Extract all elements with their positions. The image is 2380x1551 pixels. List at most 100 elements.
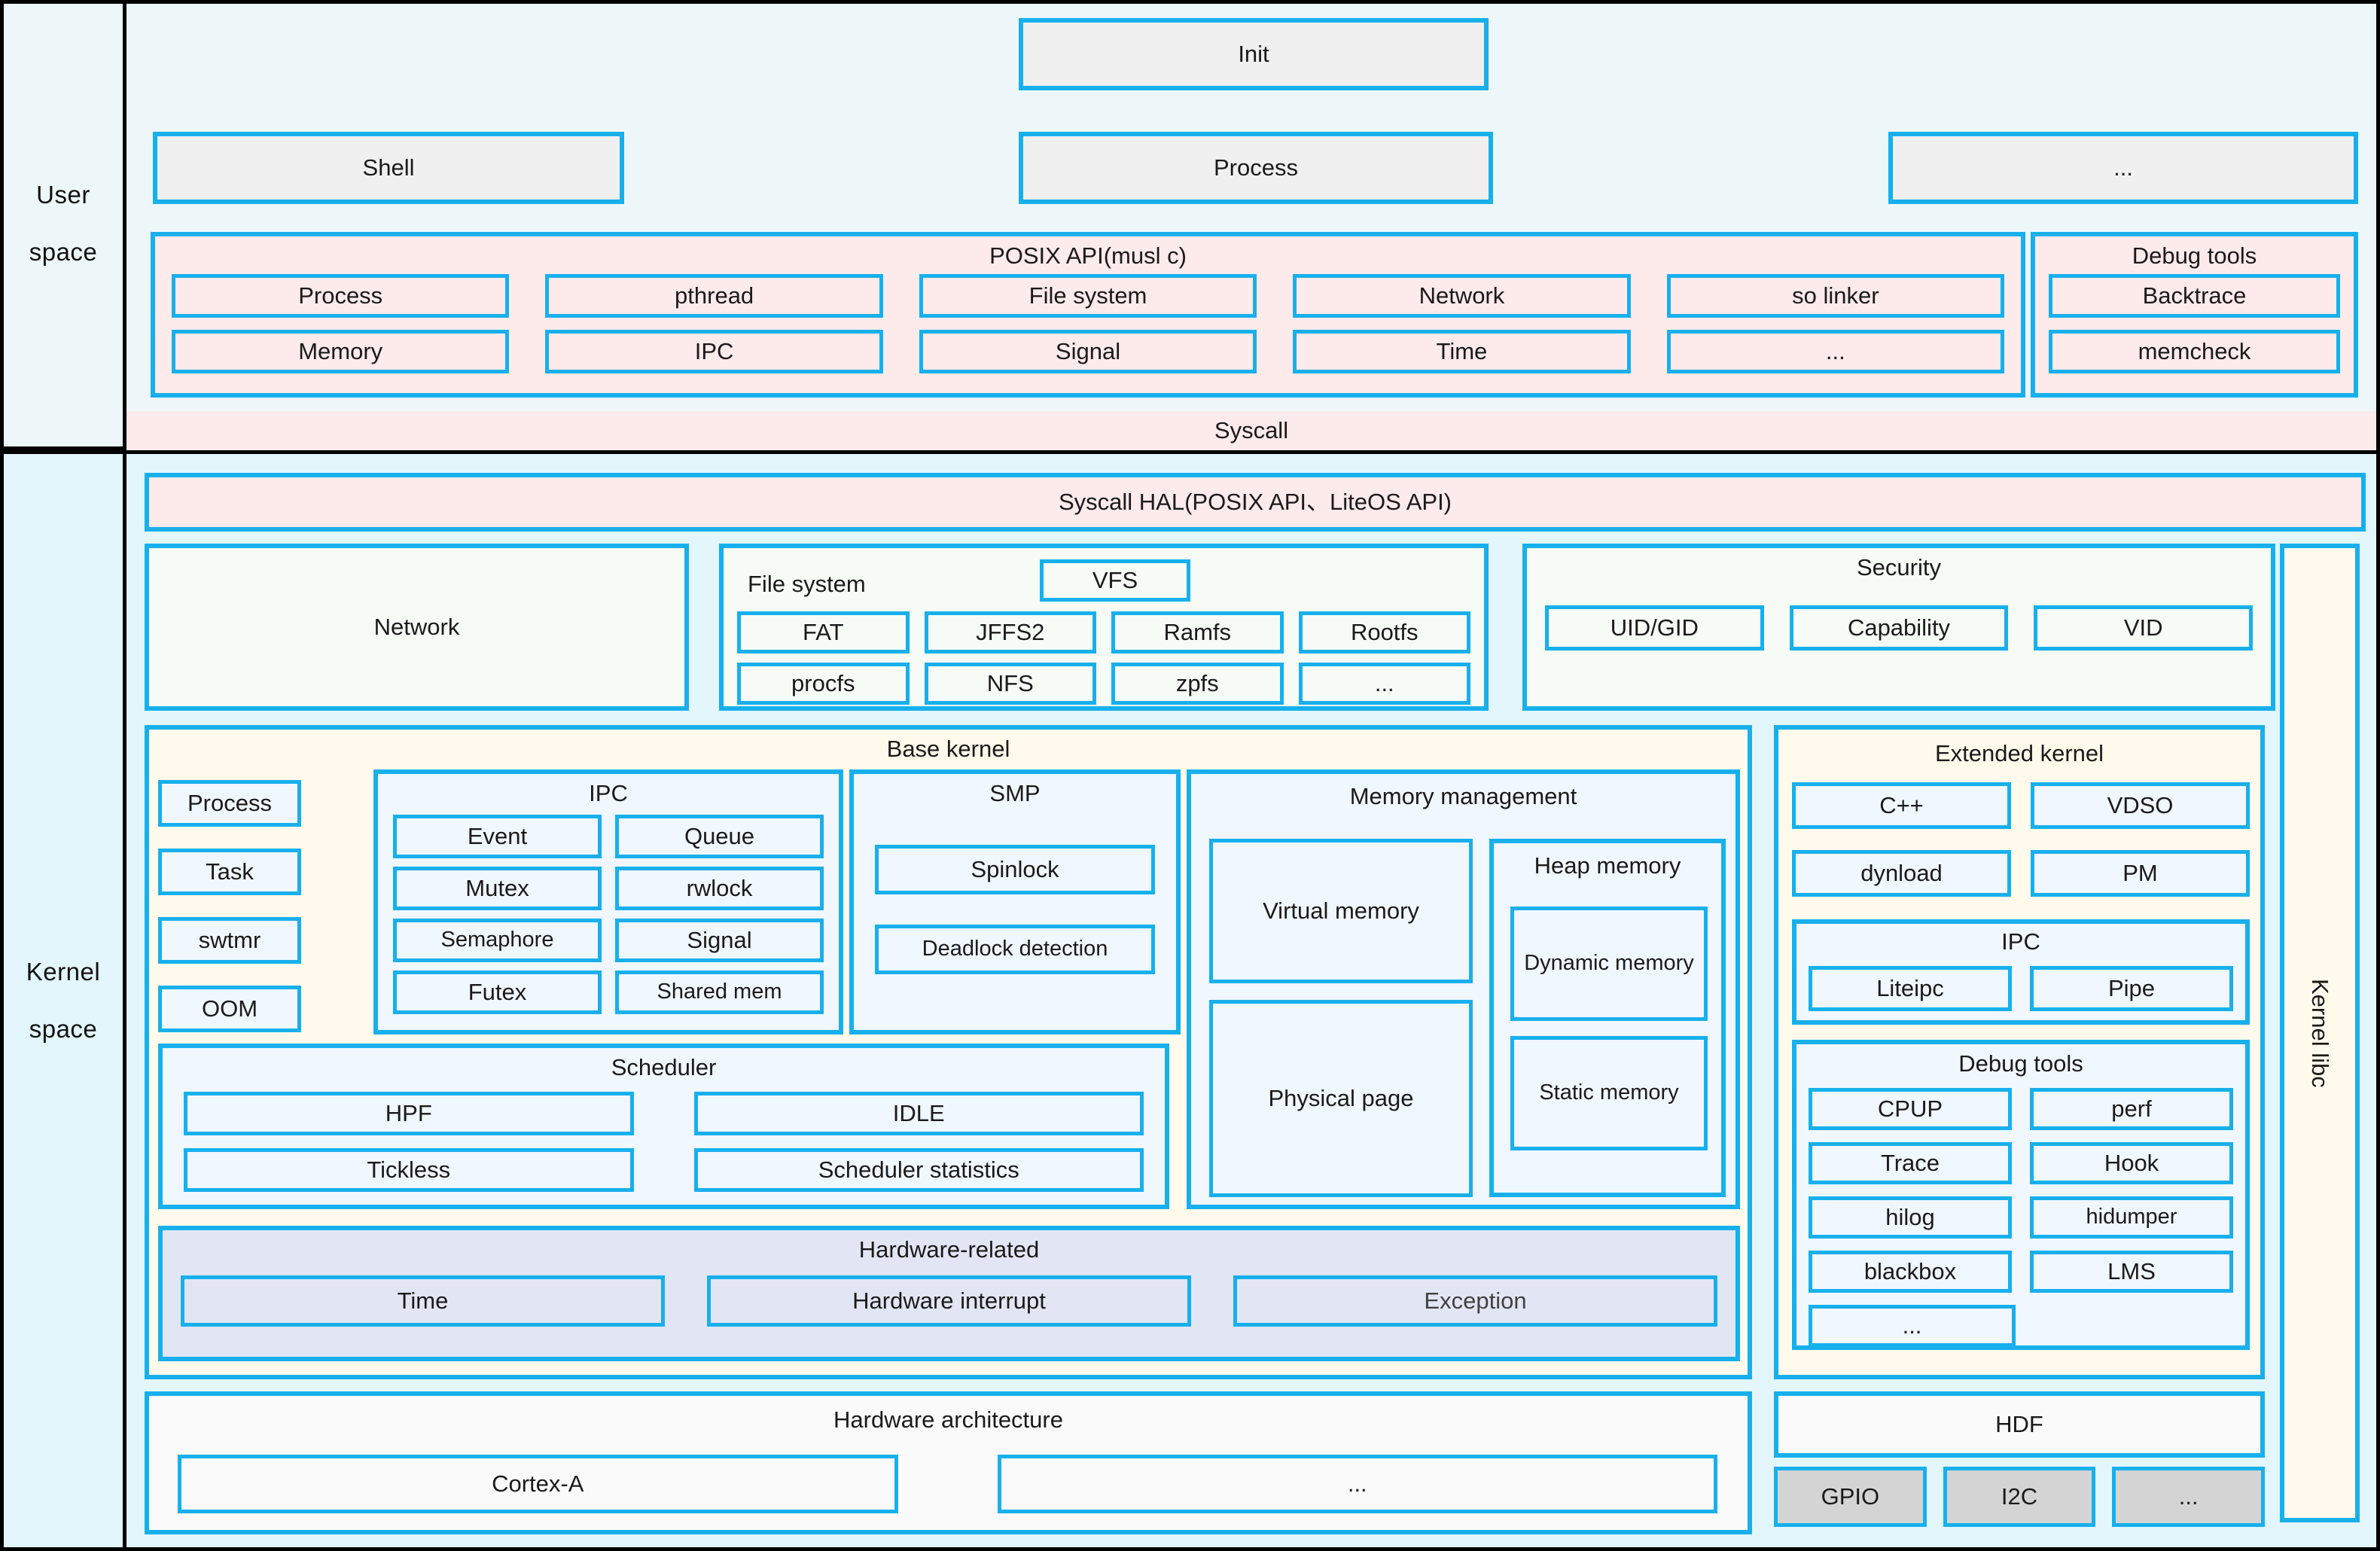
kernel-fs-vfs[interactable]: VFS — [1040, 559, 1190, 602]
kernel-fs-nfs[interactable]: NFS — [924, 663, 1096, 705]
posix-item-time[interactable]: Time — [1293, 330, 1631, 373]
user-debug-item-backtrace[interactable]: Backtrace — [2049, 274, 2340, 318]
base-kernel-ipc-semaphore[interactable]: Semaphore — [393, 919, 602, 962]
base-kernel-ipc-queue[interactable]: Queue — [615, 815, 824, 858]
base-kernel-ipc-futex[interactable]: Futex — [393, 971, 602, 1014]
hardware-architecture-group: Hardware architecture Cortex-A ... — [145, 1391, 1752, 1534]
posix-item-process[interactable]: Process — [172, 274, 510, 318]
base-kernel-smp-deadlock-detection[interactable]: Deadlock detection — [875, 925, 1155, 974]
base-kernel-scheduler-statistics-label: Scheduler statistics — [818, 1156, 1019, 1184]
kernel-band-divider — [123, 450, 126, 1551]
posix-item-file-system-label: File system — [1028, 282, 1147, 309]
extended-debug-hilog[interactable]: hilog — [1809, 1196, 2012, 1239]
base-kernel-scheduler-tickless[interactable]: Tickless — [184, 1148, 634, 1192]
hardware-arch-more[interactable]: ... — [997, 1455, 1717, 1513]
posix-item-signal[interactable]: Signal — [919, 330, 1257, 373]
base-kernel-ipc-signal[interactable]: Signal — [615, 919, 824, 962]
kernel-fs-jffs2-label: JFFS2 — [976, 619, 1045, 646]
base-kernel-left-column: Process Task swtmr OOM — [158, 780, 301, 1032]
extended-kernel-pm-label: PM — [2122, 860, 2158, 887]
extended-debug-blackbox[interactable]: blackbox — [1809, 1251, 2012, 1293]
user-app-shell[interactable]: Shell — [153, 132, 624, 204]
hdf-driver-more[interactable]: ... — [2112, 1467, 2266, 1527]
base-kernel-static-memory[interactable]: Static memory — [1510, 1036, 1708, 1150]
base-kernel-scheduler-idle[interactable]: IDLE — [693, 1092, 1144, 1135]
base-kernel-ipc-event[interactable]: Event — [393, 815, 602, 858]
base-kernel-process-label: Process — [187, 790, 272, 817]
extended-debug-trace-label: Trace — [1880, 1150, 1940, 1177]
extended-kernel-debug-tools-group: Debug tools CPUP perf Trace Hook hilog h… — [1792, 1040, 2250, 1350]
base-kernel-ipc-signal-label: Signal — [687, 927, 752, 954]
kernel-fs-rootfs[interactable]: Rootfs — [1298, 611, 1470, 654]
extended-kernel-dynload[interactable]: dynload — [1792, 850, 2011, 897]
kernel-fs-row-2: procfs NFS zpfs ... — [737, 663, 1470, 705]
extended-kernel-row-2: dynload PM — [1792, 850, 2250, 897]
base-kernel-dynamic-memory[interactable]: Dynamic memory — [1510, 907, 1708, 1021]
posix-item-pthread[interactable]: pthread — [545, 274, 883, 318]
kernel-fs-jffs2[interactable]: JFFS2 — [924, 611, 1096, 654]
kernel-security-vid[interactable]: VID — [2034, 605, 2254, 651]
extended-debug-more[interactable]: ... — [1809, 1305, 2016, 1347]
base-kernel-process[interactable]: Process — [158, 780, 301, 827]
extended-debug-lms[interactable]: LMS — [2030, 1251, 2233, 1293]
hdf-box[interactable]: HDF — [1774, 1391, 2265, 1458]
extended-debug-hidumper-label: hidumper — [2086, 1205, 2177, 1230]
base-kernel-scheduler-statistics[interactable]: Scheduler statistics — [693, 1148, 1144, 1192]
base-kernel-oom[interactable]: OOM — [158, 986, 301, 1032]
base-kernel-hw-interrupt[interactable]: Hardware interrupt — [707, 1275, 1191, 1327]
user-debug-item-memcheck[interactable]: memcheck — [2049, 330, 2340, 373]
extended-debug-perf[interactable]: perf — [2030, 1088, 2233, 1130]
posix-item-pthread-label: pthread — [675, 282, 754, 309]
base-kernel-ipc-shared-mem[interactable]: Shared mem — [615, 971, 824, 1014]
posix-item-more-label: ... — [1825, 338, 1845, 365]
posix-item-ipc[interactable]: IPC — [545, 330, 883, 373]
base-kernel-task[interactable]: Task — [158, 849, 301, 895]
extended-kernel-cpp[interactable]: C++ — [1792, 782, 2011, 829]
extended-kernel-ipc-pipe[interactable]: Pipe — [2030, 966, 2233, 1011]
extended-kernel-ipc-liteipc[interactable]: Liteipc — [1809, 966, 2012, 1011]
kernel-fs-ramfs[interactable]: Ramfs — [1111, 611, 1284, 654]
user-app-init[interactable]: Init — [1019, 18, 1489, 90]
extended-debug-cpup[interactable]: CPUP — [1809, 1088, 2012, 1130]
kernel-security-capability[interactable]: Capability — [1789, 605, 2009, 651]
base-kernel-memory-management-title: Memory management — [1349, 783, 1577, 809]
kernel-security-uid-gid[interactable]: UID/GID — [1545, 605, 1764, 651]
hardware-arch-cortex-a[interactable]: Cortex-A — [178, 1455, 898, 1513]
kernel-fs-fat[interactable]: FAT — [737, 611, 910, 654]
posix-item-memory[interactable]: Memory — [172, 330, 510, 373]
kernel-network-box[interactable]: Network — [145, 544, 689, 711]
hdf-driver-i2c[interactable]: I2C — [1943, 1467, 2096, 1527]
base-kernel-scheduler-tickless-label: Tickless — [367, 1156, 451, 1184]
posix-item-so-linker[interactable]: so linker — [1666, 274, 2005, 318]
user-debug-tools-row-2: memcheck — [2035, 318, 2354, 373]
base-kernel-hw-exception[interactable]: Exception — [1233, 1275, 1717, 1327]
extended-debug-trace[interactable]: Trace — [1809, 1142, 2012, 1184]
user-app-process[interactable]: Process — [1019, 132, 1493, 204]
user-app-shell-label: Shell — [362, 154, 415, 181]
base-kernel-dynamic-memory-label: Dynamic memory — [1524, 951, 1694, 976]
extended-debug-spacer — [2034, 1305, 2233, 1347]
kernel-fs-zpfs[interactable]: zpfs — [1111, 663, 1284, 705]
base-kernel-virtual-memory[interactable]: Virtual memory — [1209, 839, 1473, 983]
posix-item-more[interactable]: ... — [1666, 330, 2005, 373]
kernel-fs-procfs[interactable]: procfs — [737, 663, 910, 705]
posix-item-file-system[interactable]: File system — [919, 274, 1257, 318]
base-kernel-scheduler-hpf[interactable]: HPF — [184, 1092, 634, 1135]
kernel-security-group: Security UID/GID Capability VID — [1522, 544, 2275, 711]
kernel-fs-more[interactable]: ... — [1298, 663, 1470, 705]
base-kernel-memory-management-group: Memory management Virtual memory Physica… — [1187, 769, 1740, 1209]
posix-item-network[interactable]: Network — [1293, 274, 1631, 318]
base-kernel-ipc-mutex[interactable]: Mutex — [393, 867, 602, 910]
hdf-driver-row: GPIO I2C ... — [1774, 1467, 2266, 1527]
extended-kernel-pm[interactable]: PM — [2031, 850, 2250, 897]
hdf-driver-gpio[interactable]: GPIO — [1774, 1467, 1927, 1527]
base-kernel-swtmr[interactable]: swtmr — [158, 917, 301, 964]
base-kernel-ipc-rwlock[interactable]: rwlock — [615, 867, 824, 910]
user-app-more[interactable]: ... — [1888, 132, 2358, 204]
base-kernel-hw-time[interactable]: Time — [181, 1275, 665, 1327]
extended-kernel-vdso[interactable]: VDSO — [2031, 782, 2250, 829]
base-kernel-physical-page[interactable]: Physical page — [1209, 1000, 1473, 1197]
base-kernel-smp-spinlock[interactable]: Spinlock — [875, 845, 1155, 894]
extended-debug-hidumper[interactable]: hidumper — [2030, 1196, 2233, 1239]
extended-debug-hook[interactable]: Hook — [2030, 1142, 2233, 1184]
